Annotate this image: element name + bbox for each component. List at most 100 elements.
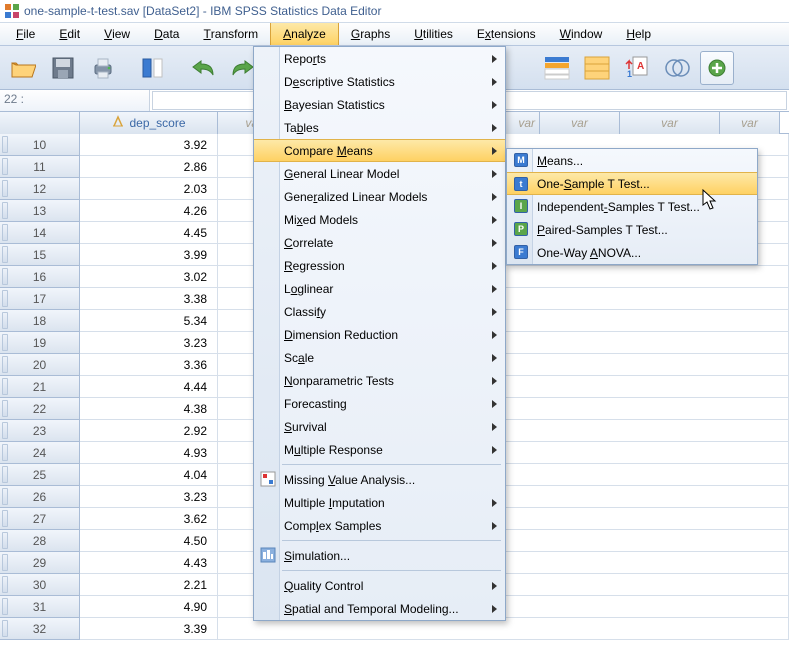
data-view-button[interactable] bbox=[136, 51, 170, 85]
venn-icon[interactable] bbox=[660, 51, 694, 85]
menu-item-tables[interactable]: Tables bbox=[254, 116, 505, 139]
cell[interactable]: 3.92 bbox=[80, 134, 218, 156]
cell[interactable]: 3.23 bbox=[80, 486, 218, 508]
row-header[interactable]: 28 bbox=[0, 530, 80, 552]
menu-item-complex-samples[interactable]: Complex Samples bbox=[254, 514, 505, 537]
menu-item-bayesian-statistics[interactable]: Bayesian Statistics bbox=[254, 93, 505, 116]
column-header[interactable]: dep_score bbox=[80, 112, 218, 134]
variable-view-icon[interactable] bbox=[540, 51, 574, 85]
column-header[interactable]: var bbox=[720, 112, 780, 134]
row-header[interactable]: 18 bbox=[0, 310, 80, 332]
row-header[interactable]: 13 bbox=[0, 200, 80, 222]
row-header[interactable]: 17 bbox=[0, 288, 80, 310]
menu-item-missing-value-analysis[interactable]: Missing Value Analysis... bbox=[254, 468, 505, 491]
menu-transform[interactable]: Transform bbox=[191, 23, 270, 45]
row-header[interactable]: 32 bbox=[0, 618, 80, 640]
menu-item-loglinear[interactable]: Loglinear bbox=[254, 277, 505, 300]
menu-item-descriptive-statistics[interactable]: Descriptive Statistics bbox=[254, 70, 505, 93]
cell[interactable]: 4.45 bbox=[80, 222, 218, 244]
submenu-item-one-way-anova[interactable]: FOne-Way ANOVA... bbox=[507, 241, 757, 264]
menu-item-multiple-response[interactable]: Multiple Response bbox=[254, 438, 505, 461]
submenu-item-independent-samples-t-test[interactable]: IIndependent-Samples T Test... bbox=[507, 195, 757, 218]
submenu-item-one-sample-t-test[interactable]: tOne-Sample T Test... bbox=[507, 172, 757, 195]
cell[interactable]: 3.02 bbox=[80, 266, 218, 288]
insert-variable-icon[interactable]: A1 bbox=[620, 51, 654, 85]
save-button[interactable] bbox=[46, 51, 80, 85]
cell[interactable]: 4.50 bbox=[80, 530, 218, 552]
menu-item-forecasting[interactable]: Forecasting bbox=[254, 392, 505, 415]
cell[interactable]: 3.38 bbox=[80, 288, 218, 310]
menu-graphs[interactable]: Graphs bbox=[339, 23, 402, 45]
cell[interactable]: 4.93 bbox=[80, 442, 218, 464]
grid-corner[interactable] bbox=[0, 112, 80, 134]
cell[interactable]: 4.43 bbox=[80, 552, 218, 574]
column-header[interactable]: var bbox=[540, 112, 620, 134]
row-header[interactable]: 31 bbox=[0, 596, 80, 618]
cell[interactable]: 2.03 bbox=[80, 178, 218, 200]
menu-item-generalized-linear-models[interactable]: Generalized Linear Models bbox=[254, 185, 505, 208]
cell[interactable]: 4.26 bbox=[80, 200, 218, 222]
print-button[interactable] bbox=[86, 51, 120, 85]
value-labels-icon[interactable] bbox=[580, 51, 614, 85]
row-header[interactable]: 25 bbox=[0, 464, 80, 486]
row-header[interactable]: 21 bbox=[0, 376, 80, 398]
menu-item-correlate[interactable]: Correlate bbox=[254, 231, 505, 254]
row-header[interactable]: 12 bbox=[0, 178, 80, 200]
cell-empty[interactable] bbox=[218, 618, 789, 640]
menu-extensions[interactable]: Extensions bbox=[465, 23, 548, 45]
cell[interactable]: 3.23 bbox=[80, 332, 218, 354]
menu-item-general-linear-model[interactable]: General Linear Model bbox=[254, 162, 505, 185]
row-header[interactable]: 14 bbox=[0, 222, 80, 244]
menu-item-dimension-reduction[interactable]: Dimension Reduction bbox=[254, 323, 505, 346]
menu-file[interactable]: File bbox=[4, 23, 47, 45]
row-header[interactable]: 27 bbox=[0, 508, 80, 530]
cell[interactable]: 3.99 bbox=[80, 244, 218, 266]
row-header[interactable]: 26 bbox=[0, 486, 80, 508]
menu-item-classify[interactable]: Classify bbox=[254, 300, 505, 323]
menu-item-scale[interactable]: Scale bbox=[254, 346, 505, 369]
menu-utilities[interactable]: Utilities bbox=[402, 23, 465, 45]
menu-item-compare-means[interactable]: Compare Means bbox=[254, 139, 505, 162]
row-header[interactable]: 22 bbox=[0, 398, 80, 420]
cell[interactable]: 5.34 bbox=[80, 310, 218, 332]
row-header[interactable]: 20 bbox=[0, 354, 80, 376]
cell[interactable]: 3.36 bbox=[80, 354, 218, 376]
row-header[interactable]: 11 bbox=[0, 156, 80, 178]
menu-item-spatial-and-temporal-modeling[interactable]: Spatial and Temporal Modeling... bbox=[254, 597, 505, 620]
cell[interactable]: 4.44 bbox=[80, 376, 218, 398]
open-file-button[interactable] bbox=[6, 51, 40, 85]
cell[interactable]: 4.90 bbox=[80, 596, 218, 618]
row-header[interactable]: 16 bbox=[0, 266, 80, 288]
menu-view[interactable]: View bbox=[92, 23, 142, 45]
row-header[interactable]: 30 bbox=[0, 574, 80, 596]
menu-window[interactable]: Window bbox=[548, 23, 615, 45]
cell[interactable]: 4.38 bbox=[80, 398, 218, 420]
submenu-item-means[interactable]: MMeans... bbox=[507, 149, 757, 172]
menu-item-simulation[interactable]: Simulation... bbox=[254, 544, 505, 567]
menu-item-reports[interactable]: Reports bbox=[254, 47, 505, 70]
row-header[interactable]: 29 bbox=[0, 552, 80, 574]
menu-item-regression[interactable]: Regression bbox=[254, 254, 505, 277]
row-header[interactable]: 19 bbox=[0, 332, 80, 354]
row-header[interactable]: 15 bbox=[0, 244, 80, 266]
menu-edit[interactable]: Edit bbox=[47, 23, 92, 45]
row-header[interactable]: 24 bbox=[0, 442, 80, 464]
cell[interactable]: 2.86 bbox=[80, 156, 218, 178]
cell[interactable]: 4.04 bbox=[80, 464, 218, 486]
cell[interactable]: 3.62 bbox=[80, 508, 218, 530]
menu-item-nonparametric-tests[interactable]: Nonparametric Tests bbox=[254, 369, 505, 392]
cell[interactable]: 2.21 bbox=[80, 574, 218, 596]
column-header[interactable]: var bbox=[620, 112, 720, 134]
menu-item-multiple-imputation[interactable]: Multiple Imputation bbox=[254, 491, 505, 514]
cell[interactable]: 3.39 bbox=[80, 618, 218, 640]
cell[interactable]: 2.92 bbox=[80, 420, 218, 442]
menu-item-quality-control[interactable]: Quality Control bbox=[254, 574, 505, 597]
menu-item-mixed-models[interactable]: Mixed Models bbox=[254, 208, 505, 231]
undo-button[interactable] bbox=[186, 51, 220, 85]
add-button[interactable] bbox=[700, 51, 734, 85]
menu-item-survival[interactable]: Survival bbox=[254, 415, 505, 438]
row-header[interactable]: 23 bbox=[0, 420, 80, 442]
menu-data[interactable]: Data bbox=[142, 23, 191, 45]
row-header[interactable]: 10 bbox=[0, 134, 80, 156]
menu-analyze[interactable]: Analyze bbox=[270, 23, 339, 45]
